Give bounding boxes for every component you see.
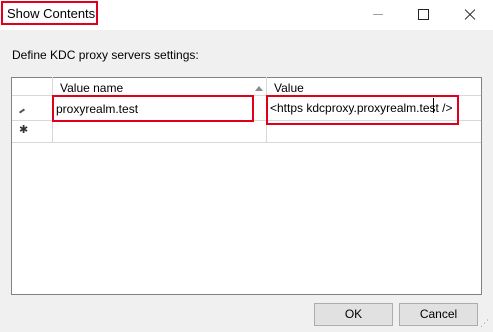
maximize-icon[interactable] <box>401 0 447 30</box>
instructions-label: Define KDC proxy servers settings: <box>12 48 199 62</box>
ok-button[interactable]: OK <box>314 303 393 326</box>
new-row-value-cell[interactable] <box>270 124 478 140</box>
title-bar: Show Contents <box>0 0 493 30</box>
sort-arrow-icon <box>255 86 263 91</box>
name-highlight-box <box>52 95 254 122</box>
new-row-asterisk-icon: ✱ <box>19 124 29 136</box>
grid-divider <box>12 142 481 143</box>
new-row-name-cell[interactable] <box>56 124 264 140</box>
close-icon[interactable] <box>447 0 493 30</box>
column-header-value-name[interactable]: Value name <box>60 81 123 95</box>
cancel-button[interactable]: Cancel <box>399 303 478 326</box>
column-header-value[interactable]: Value <box>274 81 304 95</box>
resize-grip-icon[interactable]: ⋰ <box>480 318 489 328</box>
value-highlight-box <box>266 95 459 125</box>
title-highlight-box <box>1 1 98 25</box>
minimize-icon[interactable] <box>355 0 401 30</box>
